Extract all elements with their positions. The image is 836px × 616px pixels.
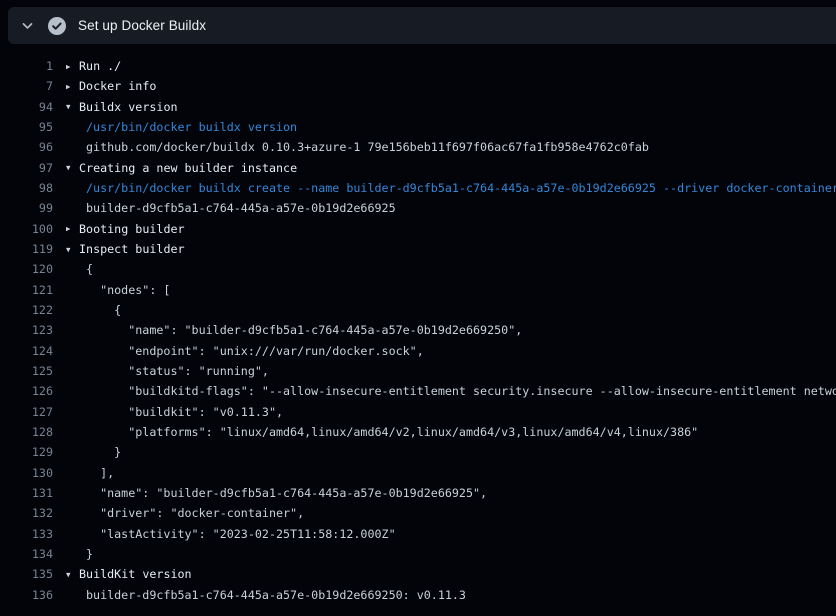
line-number[interactable]: 1 — [0, 59, 53, 73]
output-text: "name": "builder-d9cfb5a1-c764-445a-a57e… — [86, 323, 522, 337]
log-line: 96 github.com/docker/buildx 0.10.3+azure-… — [0, 137, 836, 157]
log-line: 120 { — [0, 259, 836, 279]
log-line: 125 "status": "running", — [0, 361, 836, 381]
line-number[interactable]: 119 — [0, 242, 53, 256]
line-number[interactable]: 131 — [0, 486, 53, 500]
line-number[interactable]: 7 — [0, 79, 53, 93]
line-number[interactable]: 100 — [0, 222, 53, 236]
log-line: 119 ▼ Inspect builder — [0, 239, 836, 259]
log-line: 1 ▶ Run ./ — [0, 56, 836, 76]
line-number[interactable]: 135 — [0, 567, 53, 581]
output-text: "nodes": [ — [86, 283, 170, 297]
log-line: 133 "lastActivity": "2023-02-25T11:58:12… — [0, 524, 836, 544]
line-number[interactable]: 134 — [0, 547, 53, 561]
line-number[interactable]: 132 — [0, 506, 53, 520]
line-number[interactable]: 97 — [0, 161, 53, 175]
group-title[interactable]: Creating a new builder instance — [79, 161, 297, 175]
group-expanded-icon[interactable]: ▼ — [66, 570, 75, 579]
group-title[interactable]: BuildKit version — [79, 567, 192, 581]
log-line: 132 "driver": "docker-container", — [0, 503, 836, 523]
command-text: /usr/bin/docker buildx version — [86, 120, 297, 134]
line-number[interactable]: 120 — [0, 262, 53, 276]
line-number[interactable]: 129 — [0, 445, 53, 459]
line-number[interactable]: 121 — [0, 283, 53, 297]
output-text: { — [86, 303, 121, 317]
output-text: { — [86, 262, 93, 276]
output-text: github.com/docker/buildx 0.10.3+azure-1 … — [86, 140, 649, 154]
line-number[interactable]: 127 — [0, 405, 53, 419]
log-line: 129 } — [0, 442, 836, 462]
output-text: builder-d9cfb5a1-c764-445a-a57e-0b19d2e6… — [86, 201, 396, 215]
output-text: "lastActivity": "2023-02-25T11:58:12.000… — [86, 527, 396, 541]
group-collapsed-icon[interactable]: ▶ — [66, 82, 75, 91]
log-line: 94 ▼ Buildx version — [0, 97, 836, 117]
log-line: 95/usr/bin/docker buildx version — [0, 117, 836, 137]
log-line: 99 builder-d9cfb5a1-c764-445a-a57e-0b19d2… — [0, 198, 836, 218]
log-container: 1 ▶ Run ./ 7 ▶ Docker info 94 ▼ Buildx version 95… — [0, 44, 836, 616]
check-circle-icon — [48, 17, 66, 35]
line-number[interactable]: 130 — [0, 466, 53, 480]
output-text: "name": "builder-d9cfb5a1-c764-445a-a57e… — [86, 486, 487, 500]
log-line: 98/usr/bin/docker buildx create --name b… — [0, 178, 836, 198]
log-line: 97 ▼ Creating a new builder instance — [0, 158, 836, 178]
log-line: 136 builder-d9cfb5a1-c764-445a-a57e-0b19d… — [0, 585, 836, 605]
log-line: 135 ▼ BuildKit version — [0, 564, 836, 584]
step-title: Set up Docker Buildx — [78, 18, 206, 33]
output-text: } — [86, 547, 93, 561]
output-text: "buildkitd-flags": "--allow-insecure-ent… — [86, 384, 836, 398]
group-title[interactable]: Buildx version — [79, 100, 178, 114]
group-title[interactable]: Run ./ — [79, 59, 121, 73]
output-text: } — [86, 445, 121, 459]
output-text: ], — [86, 466, 114, 480]
log-line: 124 "endpoint": "unix:///var/run/docker.… — [0, 341, 836, 361]
line-number[interactable]: 126 — [0, 384, 53, 398]
group-collapsed-icon[interactable]: ▶ — [66, 62, 75, 71]
line-number[interactable]: 136 — [0, 588, 53, 602]
output-text: "driver": "docker-container", — [86, 506, 304, 520]
log-line: 122 { — [0, 300, 836, 320]
chevron-down-icon[interactable] — [20, 19, 34, 33]
group-expanded-icon[interactable]: ▼ — [66, 245, 75, 254]
group-title[interactable]: Booting builder — [79, 222, 185, 236]
output-text: "buildkit": "v0.11.3", — [86, 405, 283, 419]
line-number[interactable]: 133 — [0, 527, 53, 541]
line-number[interactable]: 95 — [0, 120, 53, 134]
group-title[interactable]: Inspect builder — [79, 242, 185, 256]
line-number[interactable]: 98 — [0, 181, 53, 195]
log-line: 130 ], — [0, 463, 836, 483]
line-number[interactable]: 96 — [0, 140, 53, 154]
group-title[interactable]: Docker info — [79, 79, 156, 93]
line-number[interactable]: 125 — [0, 364, 53, 378]
log-line: 123 "name": "builder-d9cfb5a1-c764-445a-… — [0, 320, 836, 340]
line-number[interactable]: 99 — [0, 201, 53, 215]
output-text: "endpoint": "unix:///var/run/docker.sock… — [86, 344, 424, 358]
log-line: 126 "buildkitd-flags": "--allow-insecure… — [0, 381, 836, 401]
log-line: 100 ▶ Booting builder — [0, 219, 836, 239]
line-number[interactable]: 123 — [0, 323, 53, 337]
group-collapsed-icon[interactable]: ▶ — [66, 224, 75, 233]
line-number[interactable]: 128 — [0, 425, 53, 439]
step-header[interactable]: Set up Docker Buildx — [8, 7, 836, 44]
log-line: 134} — [0, 544, 836, 564]
log-line: 127 "buildkit": "v0.11.3", — [0, 402, 836, 422]
output-text: builder-d9cfb5a1-c764-445a-a57e-0b19d2e6… — [86, 588, 466, 602]
line-number[interactable]: 124 — [0, 344, 53, 358]
log-line: 131 "name": "builder-d9cfb5a1-c764-445a-… — [0, 483, 836, 503]
log-line: 7 ▶ Docker info — [0, 76, 836, 96]
log-line: 121 "nodes": [ — [0, 280, 836, 300]
output-text: "platforms": "linux/amd64,linux/amd64/v2… — [86, 425, 698, 439]
line-number[interactable]: 122 — [0, 303, 53, 317]
group-expanded-icon[interactable]: ▼ — [66, 163, 75, 172]
output-text: "status": "running", — [86, 364, 269, 378]
command-text: /usr/bin/docker buildx create --name bui… — [86, 181, 836, 195]
log-line: 128 "platforms": "linux/amd64,linux/amd6… — [0, 422, 836, 442]
line-number[interactable]: 94 — [0, 100, 53, 114]
group-expanded-icon[interactable]: ▼ — [66, 102, 75, 111]
